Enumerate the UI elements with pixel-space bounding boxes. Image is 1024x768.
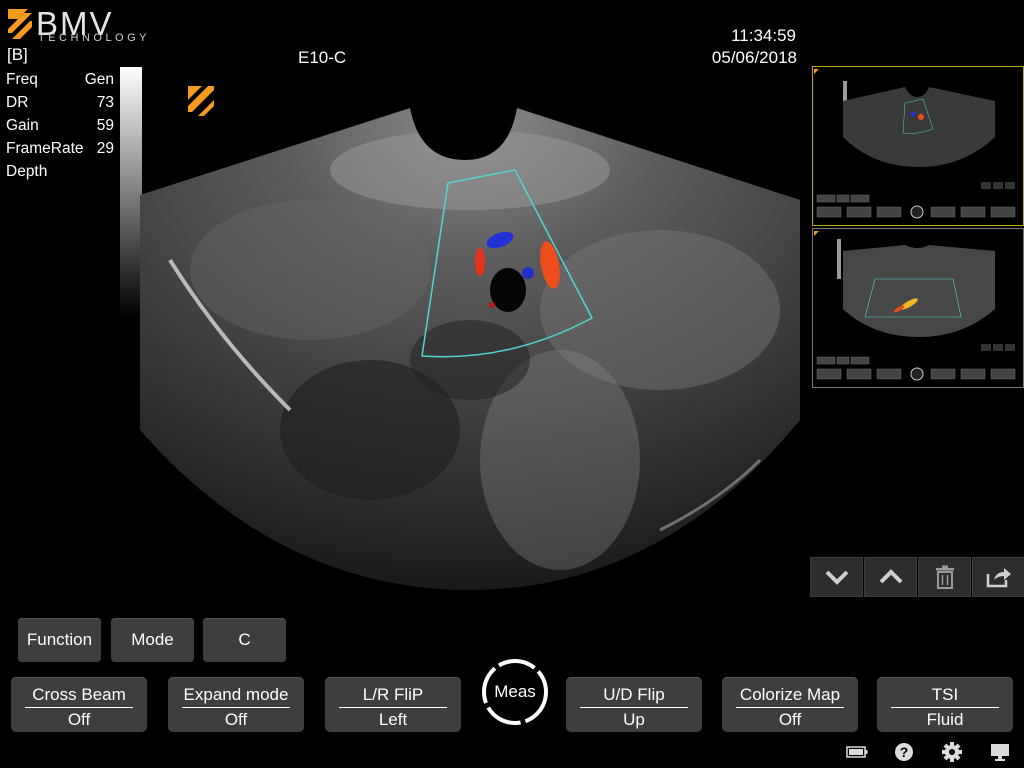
expand-mode-label: Expand mode	[183, 685, 289, 704]
cross-beam-toggle[interactable]: Cross Beam Off	[11, 677, 147, 732]
tsi-value: Fluid	[926, 710, 964, 729]
param-depth: Depth	[6, 163, 48, 180]
grayscale-bar	[120, 67, 142, 317]
param-framerate: FrameRate 29	[6, 140, 114, 157]
param-dr: DR 73	[6, 94, 114, 111]
help-icon[interactable]: ?	[894, 742, 914, 762]
thumbnail-2[interactable]	[812, 228, 1024, 388]
brand-tagline: TECHNOLOGY	[38, 32, 151, 44]
brand-logo: BMV TECHNOLOGY	[6, 5, 147, 44]
param-freq: Freq Gen	[6, 71, 114, 88]
chevron-up-icon	[879, 569, 902, 584]
ud-flip-toggle[interactable]: U/D Flip Up	[566, 677, 702, 732]
bmv-logo-mark-icon	[8, 9, 32, 39]
ud-flip-label: U/D Flip	[603, 685, 665, 704]
lr-flip-value: Left	[378, 710, 408, 729]
battery-icon	[846, 746, 868, 758]
image-mode-label: [B]	[7, 45, 28, 64]
cross-beam-label: Cross Beam	[32, 685, 126, 704]
thumbnail-scroll-up-button[interactable]	[864, 557, 917, 597]
gear-icon[interactable]	[942, 742, 962, 762]
chevron-down-icon	[825, 570, 848, 585]
param-gain: Gain 59	[6, 117, 114, 134]
ultrasound-image[interactable]	[140, 100, 805, 590]
expand-mode-toggle[interactable]: Expand mode Off	[168, 677, 304, 732]
colorize-map-label: Colorize Map	[739, 685, 841, 704]
thumbnail-scroll-down-button[interactable]	[810, 557, 863, 597]
thumbnail-1[interactable]	[812, 66, 1024, 226]
monitor-icon[interactable]	[990, 743, 1010, 761]
clock-date: 05/06/2018	[711, 48, 797, 67]
tsi-toggle[interactable]: TSI Fluid	[877, 677, 1013, 732]
cross-beam-value: Off	[67, 710, 91, 729]
thumbnail-delete-button[interactable]	[918, 557, 971, 597]
probe-name: E10-C	[298, 48, 347, 67]
lr-flip-label: L/R FliP	[362, 685, 424, 704]
colorize-map-value: Off	[778, 710, 802, 729]
trash-icon	[935, 565, 954, 589]
expand-mode-value: Off	[224, 710, 248, 729]
thumbnail-export-button[interactable]	[972, 557, 1024, 597]
meas-button[interactable]: Meas	[480, 657, 550, 727]
meas-label: Meas	[494, 682, 536, 701]
clock-time: 11:34:59	[731, 26, 796, 45]
svg-text:?: ?	[900, 744, 909, 760]
lr-flip-toggle[interactable]: L/R FliP Left	[325, 677, 461, 732]
ud-flip-value: Up	[623, 710, 645, 729]
tsi-label: TSI	[931, 685, 959, 704]
color-mode-button[interactable]: C	[203, 618, 286, 662]
colorize-map-toggle[interactable]: Colorize Map Off	[722, 677, 858, 732]
parameter-list: Freq Gen DR 73 Gain 59 FrameRate 29 Depth	[6, 68, 114, 183]
export-icon	[986, 568, 1011, 588]
function-button[interactable]: Function	[18, 618, 101, 662]
mode-button[interactable]: Mode	[111, 618, 194, 662]
